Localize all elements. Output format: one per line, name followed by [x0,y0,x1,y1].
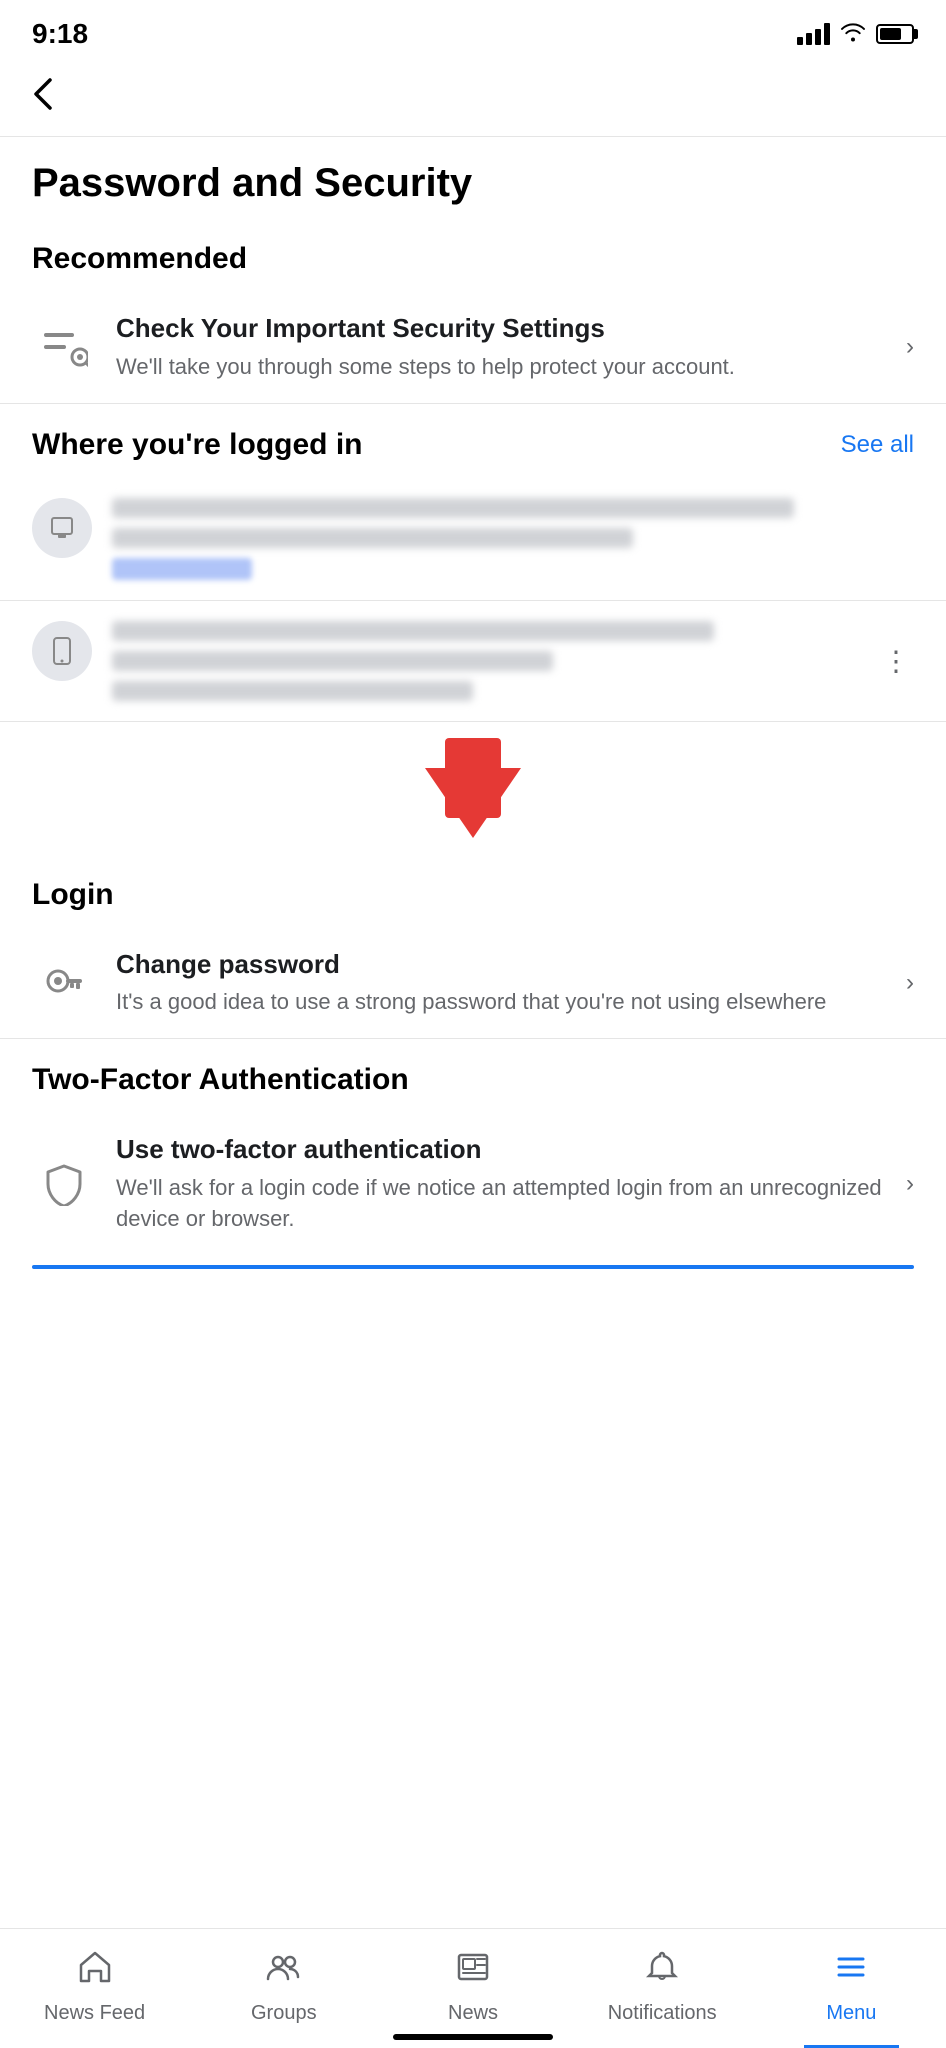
logged-in-heading: Where you're logged in [32,428,363,462]
see-all-button[interactable]: See all [841,431,914,459]
signal-bars-icon [797,23,830,45]
session-device-icon-2 [32,621,92,681]
check-security-title: Check Your Important Security Settings [116,312,890,346]
session-device-name-2 [112,621,714,641]
session-location-2 [112,651,553,671]
two-factor-desc: We'll ask for a login code if we notice … [116,1173,890,1235]
login-heading: Login [0,854,946,928]
bell-icon [644,1949,680,1994]
nav-label-news: News [448,2002,498,2025]
session-content-2 [112,621,914,701]
nav-label-menu: Menu [826,2002,876,2025]
wifi-icon [840,20,866,48]
shield-icon [32,1152,96,1216]
session-device-name-1 [112,498,794,518]
recommended-heading: Recommended [0,218,946,292]
active-section-indicator [32,1265,914,1269]
status-icons [797,20,914,48]
nav-item-menu[interactable]: Menu [757,1929,946,2048]
check-security-content: Check Your Important Security Settings W… [116,312,890,383]
session-item-1 [0,478,946,601]
change-password-chevron-icon: › [906,969,914,997]
session-time-2 [112,681,473,701]
bottom-navigation: News Feed Groups News [0,1928,946,2048]
change-password-item[interactable]: Change password It's a good idea to use … [0,928,946,1040]
nav-label-notifications: Notifications [608,2002,717,2025]
nav-label-news-feed: News Feed [44,2002,145,2025]
nav-item-news-feed[interactable]: News Feed [0,1929,189,2048]
home-icon [77,1949,113,1994]
status-time: 9:18 [32,18,88,50]
page-title: Password and Security [0,137,946,218]
change-password-desc: It's a good idea to use a strong passwor… [116,987,890,1018]
battery-icon [876,24,914,44]
two-factor-item[interactable]: Use two-factor authentication We'll ask … [0,1113,946,1264]
logged-in-header: Where you're logged in See all [0,404,946,478]
two-factor-heading: Two-Factor Authentication [0,1039,946,1113]
status-bar: 9:18 [0,0,946,60]
session-location-1 [112,528,633,548]
security-check-icon [32,315,96,379]
change-password-title: Change password [116,948,890,982]
nav-label-groups: Groups [251,2002,317,2025]
two-factor-title: Use two-factor authentication [116,1133,890,1167]
session-content-1 [112,498,914,580]
groups-icon [266,1949,302,1994]
check-security-desc: We'll take you through some steps to hel… [116,352,890,383]
session-options-button[interactable]: ⋮ [874,640,918,681]
back-button[interactable] [0,60,78,136]
chevron-right-icon: › [906,333,914,361]
nav-item-news[interactable]: News [378,1929,567,2048]
news-icon [455,1949,491,1994]
change-password-content: Change password It's a good idea to use … [116,948,890,1019]
session-item-2: ⋮ [0,601,946,722]
check-security-item[interactable]: Check Your Important Security Settings W… [0,292,946,404]
red-arrow-icon [425,768,521,838]
home-indicator [393,2034,553,2040]
two-factor-chevron-icon: › [906,1170,914,1198]
nav-item-groups[interactable]: Groups [189,1929,378,2048]
nav-item-notifications[interactable]: Notifications [568,1929,757,2048]
session-status-1 [112,558,252,580]
key-icon [32,951,96,1015]
two-factor-content: Use two-factor authentication We'll ask … [116,1133,890,1234]
session-device-icon-1 [32,498,92,558]
red-arrow-annotation [0,722,946,854]
menu-icon [833,1949,869,1994]
